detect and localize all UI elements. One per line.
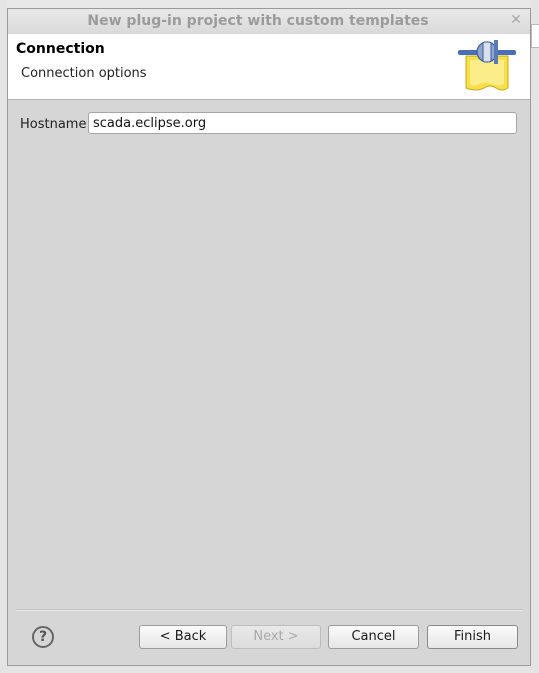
background-search-field: [531, 24, 539, 48]
help-icon[interactable]: ?: [32, 626, 54, 648]
background-right-strip: [531, 0, 539, 673]
back-button[interactable]: < Back: [139, 625, 227, 649]
close-icon[interactable]: ✕: [508, 12, 524, 28]
page-title: Connection: [16, 41, 105, 57]
hostname-label: Hostname: [20, 117, 87, 132]
wizard-banner: Connection Connection options: [8, 34, 530, 100]
dialog-titlebar[interactable]: New plug-in project with custom template…: [8, 9, 530, 34]
page-description: Connection options: [21, 66, 147, 81]
background-bottom-strip: [0, 666, 539, 673]
cancel-button[interactable]: Cancel: [328, 625, 419, 649]
next-button[interactable]: Next >: [231, 625, 321, 649]
hostname-input[interactable]: [88, 112, 517, 134]
finish-button[interactable]: Finish: [427, 625, 518, 649]
wizard-dialog: New plug-in project with custom template…: [7, 8, 531, 666]
footer-separator: [16, 609, 522, 611]
dialog-title: New plug-in project with custom template…: [87, 13, 429, 29]
plug-wizard-icon: [458, 40, 516, 91]
background-left-strip: [0, 0, 7, 673]
background-toolbar: [0, 0, 539, 8]
wizard-content: Hostname: [8, 100, 530, 600]
